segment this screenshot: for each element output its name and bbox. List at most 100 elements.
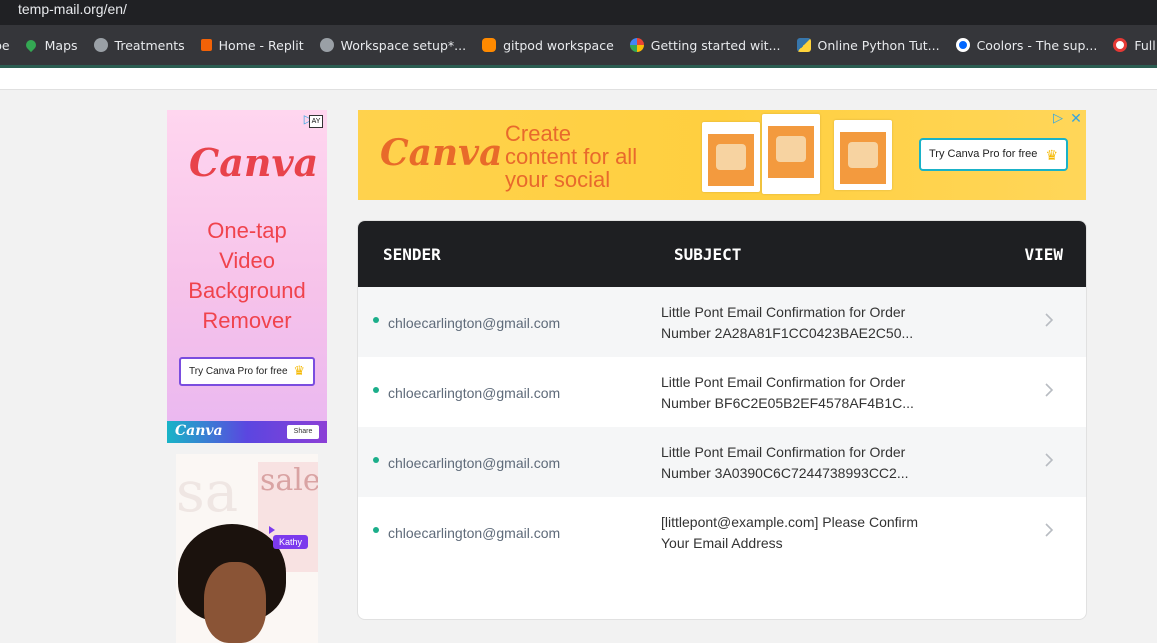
cta-label: Try Canva Pro for free [189, 366, 288, 377]
ad-brand-bar: Canva Share [167, 421, 327, 443]
message-sender[interactable]: chloecarlington@gmail.com [388, 525, 560, 541]
ad-headline-line: content for all [505, 144, 638, 169]
message-row[interactable]: chloecarlington@gmail.com Little Pont Em… [358, 357, 1086, 427]
bookmark-item[interactable]: Online Python Tut... [796, 37, 940, 53]
close-icon[interactable]: ✕ [1068, 110, 1084, 126]
unread-dot-icon [373, 457, 379, 463]
adchoices-icon[interactable]: ▷ [1050, 110, 1066, 126]
bookmark-label: Online Python Tut... [817, 37, 940, 53]
bookmark-item[interactable]: gitpod workspace [482, 38, 614, 53]
message-sender[interactable]: chloecarlington@gmail.com [388, 455, 560, 471]
bookmark-label: Getting started wit... [650, 37, 781, 53]
canva-logo: Canva [380, 132, 503, 174]
left-ad-banner[interactable]: ▷ AY Canva One-tap Video Background Remo… [167, 110, 327, 443]
ad-headline: One-tap Video Background Remover [167, 216, 327, 336]
chevron-right-icon[interactable] [1044, 452, 1054, 468]
url-text[interactable]: temp-mail.org/en/ [18, 1, 127, 17]
unread-dot-icon [373, 527, 379, 533]
share-button[interactable]: Share [287, 425, 319, 439]
message-row[interactable]: chloecarlington@gmail.com [littlepont@ex… [358, 497, 1086, 567]
chevron-right-icon[interactable] [1044, 382, 1054, 398]
unread-dot-icon [373, 387, 379, 393]
sender-column-header: SENDER [383, 245, 441, 264]
ad-badge[interactable]: AY [309, 115, 323, 128]
subject-line: Number 2A28A81F1CC0423BAE2C50... [661, 325, 914, 341]
subject-line: Little Pont Email Confirmation for Order [661, 444, 906, 460]
bookmark-item[interactable]: Home - Replit [200, 37, 304, 53]
globe-icon [319, 38, 334, 52]
bookmark-label: Full Stack De [1134, 37, 1157, 53]
cursor-icon [269, 526, 275, 534]
subject-line: [littlepont@example.com] Please Confirm [661, 514, 918, 530]
social-post-thumbnail [702, 122, 760, 192]
ad-headline-line: Remover [202, 308, 292, 333]
address-bar[interactable]: temp-mail.org/en/ [0, 0, 1157, 25]
message-row[interactable]: chloecarlington@gmail.com Little Pont Em… [358, 287, 1086, 357]
ad-headline-line: your social [505, 167, 611, 192]
subject-column-header: SUBJECT [674, 245, 742, 264]
python-icon [796, 38, 811, 52]
share-label: Share [293, 428, 313, 435]
gitpod-icon [482, 38, 497, 52]
google-icon [629, 38, 644, 52]
inbox-table: SENDER SUBJECT VIEW chloecarlington@gmai… [357, 220, 1087, 620]
background-sale-text: sa [176, 460, 239, 525]
bookmark-item[interactable]: Full Stack De [1113, 38, 1157, 53]
ad-headline-line: Create [505, 121, 572, 146]
bookmark-item[interactable]: Maps [23, 37, 78, 53]
person-face [204, 562, 266, 643]
bookmark-label: Coolors - The sup... [976, 37, 1098, 53]
subject-line: Number BF6C2E05B2EF4578AF4B1C... [661, 395, 914, 411]
ad-headline-line: One-tap [207, 218, 287, 243]
subject-line: Little Pont Email Confirmation for Order [661, 304, 906, 320]
view-column-header: VIEW [1024, 245, 1063, 264]
site-header [0, 68, 1157, 90]
bookmark-item[interactable]: be [0, 38, 10, 53]
social-post-thumbnail [834, 120, 892, 190]
sale-text: sale [260, 463, 318, 498]
bookmark-label: Treatments [114, 37, 185, 53]
bookmark-item[interactable]: Getting started wit... [629, 37, 781, 53]
ad-headline-line: Video [219, 248, 275, 273]
bookmark-label: Maps [44, 37, 78, 53]
bookmark-label: Workspace setup*... [340, 37, 467, 53]
subject-line: Your Email Address [661, 535, 783, 551]
replit-icon [200, 39, 212, 51]
message-row[interactable]: chloecarlington@gmail.com Little Pont Em… [358, 427, 1086, 497]
message-subject[interactable]: Little Pont Email Confirmation for Order… [661, 372, 961, 414]
maps-pin-icon [23, 37, 38, 53]
bookmark-item[interactable]: Treatments [93, 37, 185, 53]
globe-icon [93, 38, 108, 52]
bookmarks-bar: be Maps Treatments Home - Replit Workspa… [0, 25, 1157, 65]
name-tag: Kathy [273, 535, 309, 549]
message-subject[interactable]: [littlepont@example.com] Please Confirm … [661, 512, 961, 554]
unread-dot-icon [373, 317, 379, 323]
message-sender[interactable]: chloecarlington@gmail.com [388, 315, 560, 331]
record-icon [1113, 38, 1128, 52]
bookmark-label: gitpod workspace [503, 37, 614, 53]
bookmark-label: be [0, 37, 10, 53]
crown-icon: ♛ [1045, 147, 1058, 163]
chevron-right-icon[interactable] [1044, 312, 1054, 328]
cta-label: Try Canva Pro for free [929, 148, 1038, 160]
bookmark-item[interactable]: Workspace setup*... [319, 37, 467, 53]
subject-line: Number 3A0390C6C7244738993CC2... [661, 465, 909, 481]
try-canva-pro-button[interactable]: Try Canva Pro for free ♛ [919, 138, 1068, 171]
bookmark-item[interactable]: Coolors - The sup... [955, 37, 1098, 53]
crown-icon: ♛ [293, 363, 305, 378]
message-subject[interactable]: Little Pont Email Confirmation for Order… [661, 302, 961, 344]
ad-headline: Create content for all your social [505, 122, 695, 191]
top-ad-banner[interactable]: Canva Create content for all your social… [358, 110, 1086, 200]
canva-logo-small: Canva [175, 423, 223, 439]
bookmark-label: Home - Replit [218, 37, 304, 53]
coolors-icon [955, 38, 970, 52]
subject-line: Little Pont Email Confirmation for Order [661, 374, 906, 390]
chevron-right-icon[interactable] [1044, 522, 1054, 538]
ad-headline-line: Background [188, 278, 306, 303]
try-canva-pro-button[interactable]: Try Canva Pro for free ♛ [179, 357, 315, 386]
inbox-header: SENDER SUBJECT VIEW [358, 221, 1086, 287]
message-subject[interactable]: Little Pont Email Confirmation for Order… [661, 442, 961, 484]
canva-logo: Canva [189, 140, 319, 185]
left-ad-photo[interactable]: sa sale Kathy [176, 454, 318, 643]
message-sender[interactable]: chloecarlington@gmail.com [388, 385, 560, 401]
